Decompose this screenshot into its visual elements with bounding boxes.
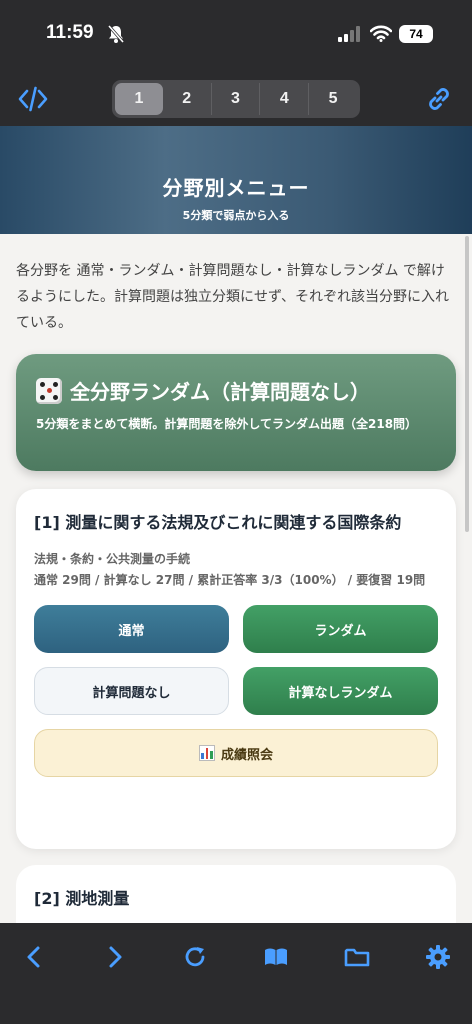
- results-label: 成績照会: [220, 747, 273, 763]
- bell-slash-icon: [107, 25, 125, 43]
- forward-icon[interactable]: [101, 943, 129, 971]
- normal-button[interactable]: 通常: [34, 605, 229, 653]
- wifi-icon: [370, 25, 392, 42]
- page-tab-1[interactable]: 1: [115, 83, 163, 115]
- intro-text: 各分野を 通常・ランダム・計算問題なし・計算なしランダム で解けるようにした。計…: [16, 263, 450, 331]
- section-title: [2] 測地測量: [34, 889, 130, 908]
- page-subtitle: 5分類で弱点から入る: [182, 209, 290, 222]
- section-card-1: [1] 測量に関する法規及びこれに関連する国際条約 法規・条約・公共測量の手続 …: [16, 489, 456, 849]
- dice-icon: [36, 377, 62, 404]
- hero-banner: 分野別メニュー 5分類で弱点から入る: [0, 126, 472, 234]
- section-buttons: 通常 ランダム 計算問題なし 計算なしランダム 成績照会: [34, 605, 438, 777]
- page-selector: 1 2 3 4 5: [112, 80, 360, 118]
- reload-icon[interactable]: [181, 943, 209, 971]
- all-random-card[interactable]: 全分野ランダム（計算問題なし） 5分類をまとめて横断。計算問題を除外してランダム…: [16, 354, 456, 471]
- page-tab-4[interactable]: 4: [260, 83, 310, 115]
- main-content[interactable]: 分野別メニュー 5分類で弱点から入る 各分野を 通常・ランダム・計算問題なし・計…: [0, 126, 472, 923]
- link-icon[interactable]: [424, 84, 454, 114]
- signal-icon: [338, 26, 360, 42]
- folder-icon[interactable]: [343, 943, 371, 971]
- page-tab-2[interactable]: 2: [163, 83, 212, 115]
- no-calc-random-button[interactable]: 計算なしランダム: [243, 667, 438, 715]
- section-title: [1] 測量に関する法規及びこれに関連する国際条約: [34, 513, 402, 532]
- bar-chart-icon: [198, 745, 215, 761]
- random-button[interactable]: ランダム: [243, 605, 438, 653]
- results-button[interactable]: 成績照会: [34, 729, 438, 777]
- back-icon[interactable]: [20, 943, 48, 971]
- section-category: 法規・条約・公共測量の手続: [34, 552, 191, 566]
- no-calc-button[interactable]: 計算問題なし: [34, 667, 229, 715]
- section-card-2: [2] 測地測量: [16, 865, 456, 923]
- page-tab-5[interactable]: 5: [309, 83, 357, 115]
- all-random-description: 5分類をまとめて横断。計算問題を除外してランダム出題（全218問）: [36, 417, 418, 431]
- status-time: 11:59: [46, 22, 94, 43]
- code-icon[interactable]: [18, 86, 48, 112]
- gear-icon[interactable]: [424, 943, 452, 971]
- status-bar: 11:59 74: [0, 0, 472, 70]
- page-tab-3[interactable]: 3: [212, 83, 261, 115]
- bookmarks-icon[interactable]: [262, 943, 290, 971]
- all-random-title: 全分野ランダム（計算問題なし）: [70, 380, 370, 404]
- bottom-toolbar: [0, 923, 472, 1024]
- battery-indicator: 74: [399, 25, 433, 43]
- scrollbar[interactable]: [465, 236, 469, 532]
- section-stats: 通常 29問 / 計算なし 27問 / 累計正答率 3/3（100%） / 要復…: [34, 573, 426, 587]
- top-toolbar: 1 2 3 4 5: [0, 70, 472, 126]
- page-title: 分野別メニュー: [162, 176, 310, 200]
